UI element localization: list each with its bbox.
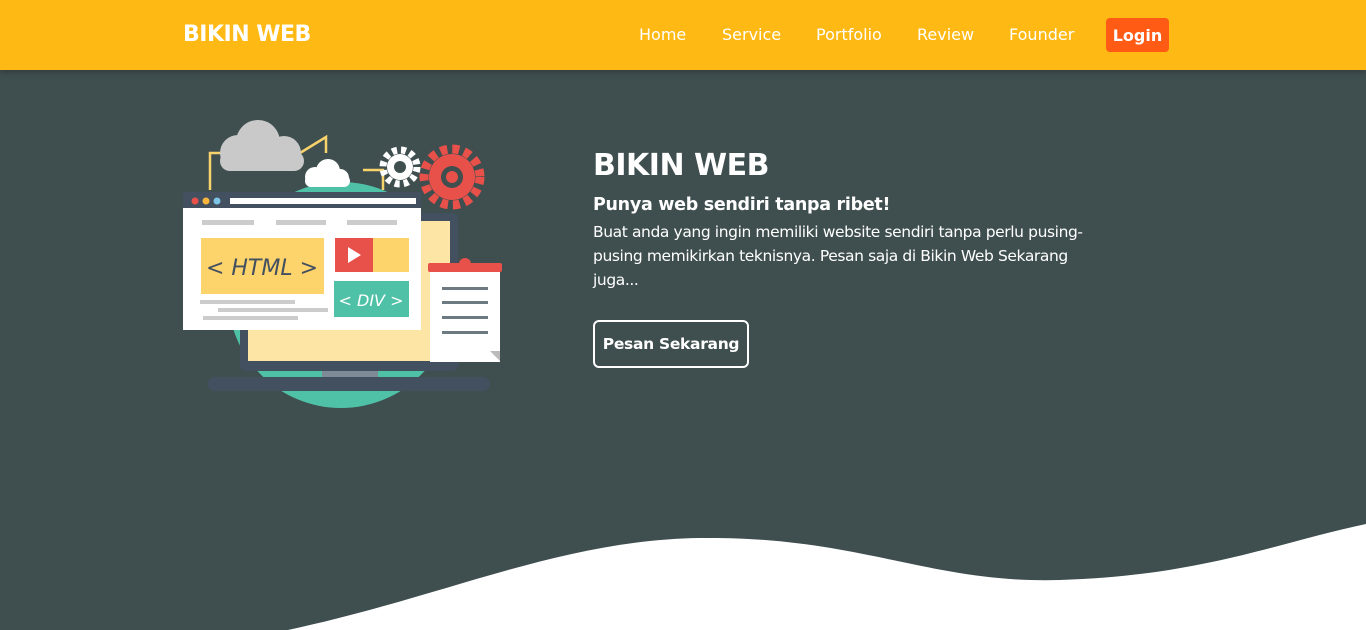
- hero-subtitle: Punya web sendiri tanpa ribet!: [593, 195, 891, 215]
- connector-line: [299, 134, 328, 155]
- web-development-illustration: < HTML > < DIV >: [183, 120, 502, 408]
- order-now-button[interactable]: Pesan Sekarang: [593, 320, 749, 368]
- hero-title: BIKIN WEB: [593, 148, 769, 183]
- browser-window: < HTML > < DIV >: [183, 192, 421, 330]
- gear-icon: [379, 146, 421, 188]
- div-tag-label: < DIV >: [339, 291, 404, 310]
- html-tag-label: < HTML >: [206, 256, 318, 281]
- nav-link-service[interactable]: Service: [722, 24, 781, 46]
- gear-icon: [419, 144, 485, 210]
- cloud-icon: [305, 159, 350, 187]
- login-button[interactable]: Login: [1106, 18, 1169, 52]
- navbar: BIKIN WEB Home Service Portfolio Review …: [0, 0, 1366, 70]
- hero-description: Buat anda yang ingin memiliki website se…: [593, 223, 1083, 289]
- nav-link-review[interactable]: Review: [917, 24, 974, 46]
- nav-link-home[interactable]: Home: [639, 24, 686, 46]
- nav-link-founder[interactable]: Founder: [1009, 24, 1074, 46]
- laptop-base: [208, 377, 490, 391]
- wave-divider: [288, 524, 1366, 630]
- cloud-icon: [220, 120, 304, 171]
- nav-link-portfolio[interactable]: Portfolio: [816, 24, 882, 46]
- document-icon: [428, 258, 502, 362]
